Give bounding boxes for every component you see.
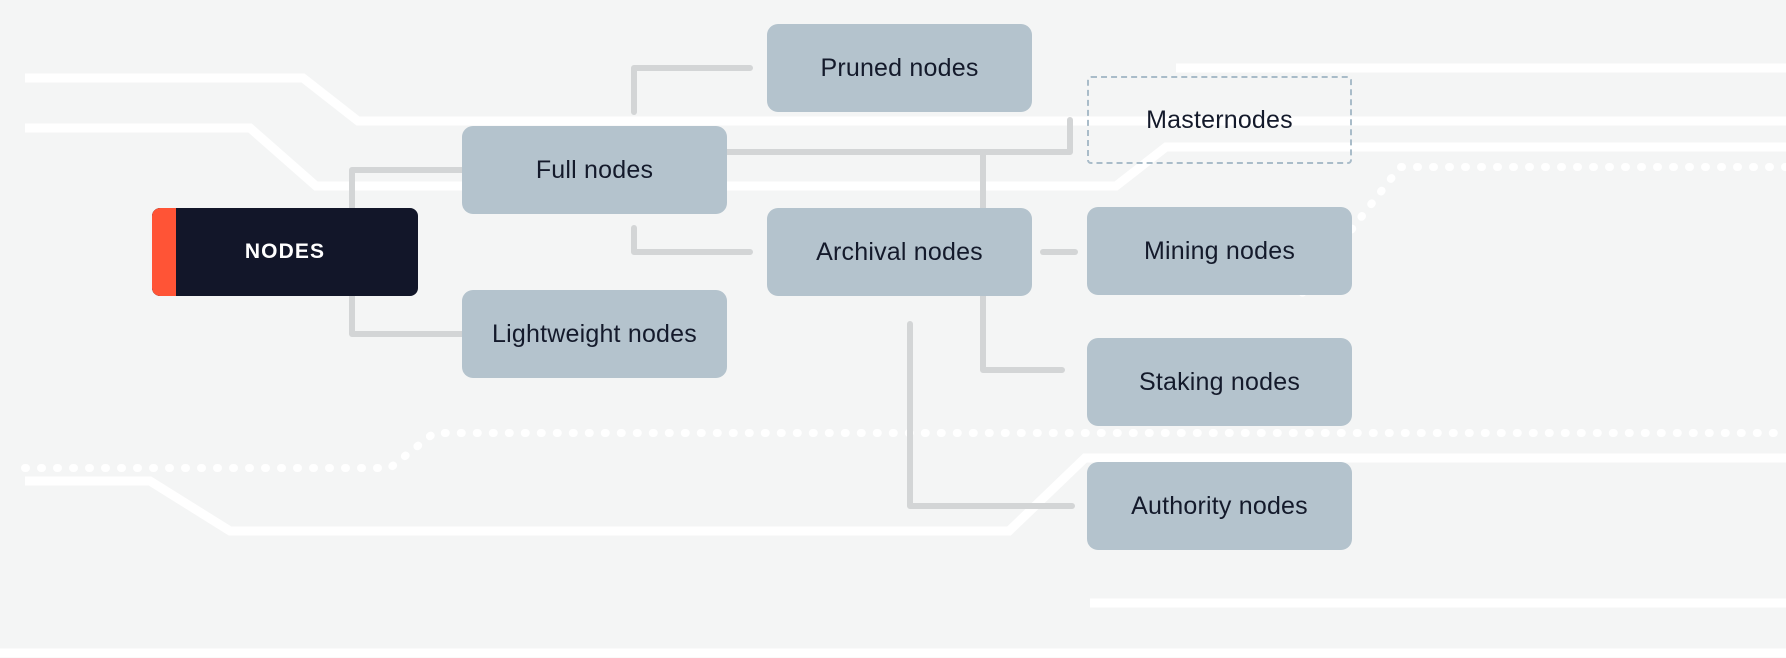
node-staking-nodes[interactable]: Staking nodes: [1087, 338, 1352, 426]
node-masternodes-label: Masternodes: [1146, 105, 1293, 134]
node-lightweight-nodes-label: Lightweight nodes: [492, 319, 697, 348]
root-node-label: NODES: [244, 240, 326, 263]
node-pruned-nodes[interactable]: Pruned nodes: [767, 24, 1032, 112]
node-mining-nodes[interactable]: Mining nodes: [1087, 207, 1352, 295]
diagram-canvas: NODES Full nodes Lightweight nodes Prune…: [0, 0, 1786, 658]
node-archival-nodes[interactable]: Archival nodes: [767, 208, 1032, 296]
node-full-nodes-label: Full nodes: [535, 155, 654, 184]
root-node-nodes[interactable]: NODES: [152, 208, 418, 296]
node-boxes: NODES Full nodes Lightweight nodes Prune…: [0, 0, 1786, 658]
root-accent-bar: [152, 208, 176, 296]
node-mining-nodes-label: Mining nodes: [1143, 236, 1296, 265]
node-lightweight-nodes[interactable]: Lightweight nodes: [462, 290, 727, 378]
node-masternodes[interactable]: Masternodes: [1087, 76, 1352, 164]
node-authority-nodes-label: Authority nodes: [1131, 491, 1308, 520]
node-archival-nodes-label: Archival nodes: [816, 237, 983, 266]
node-authority-nodes[interactable]: Authority nodes: [1087, 462, 1352, 550]
node-pruned-nodes-label: Pruned nodes: [820, 53, 979, 82]
node-full-nodes[interactable]: Full nodes: [462, 126, 727, 214]
node-staking-nodes-label: Staking nodes: [1138, 367, 1301, 396]
